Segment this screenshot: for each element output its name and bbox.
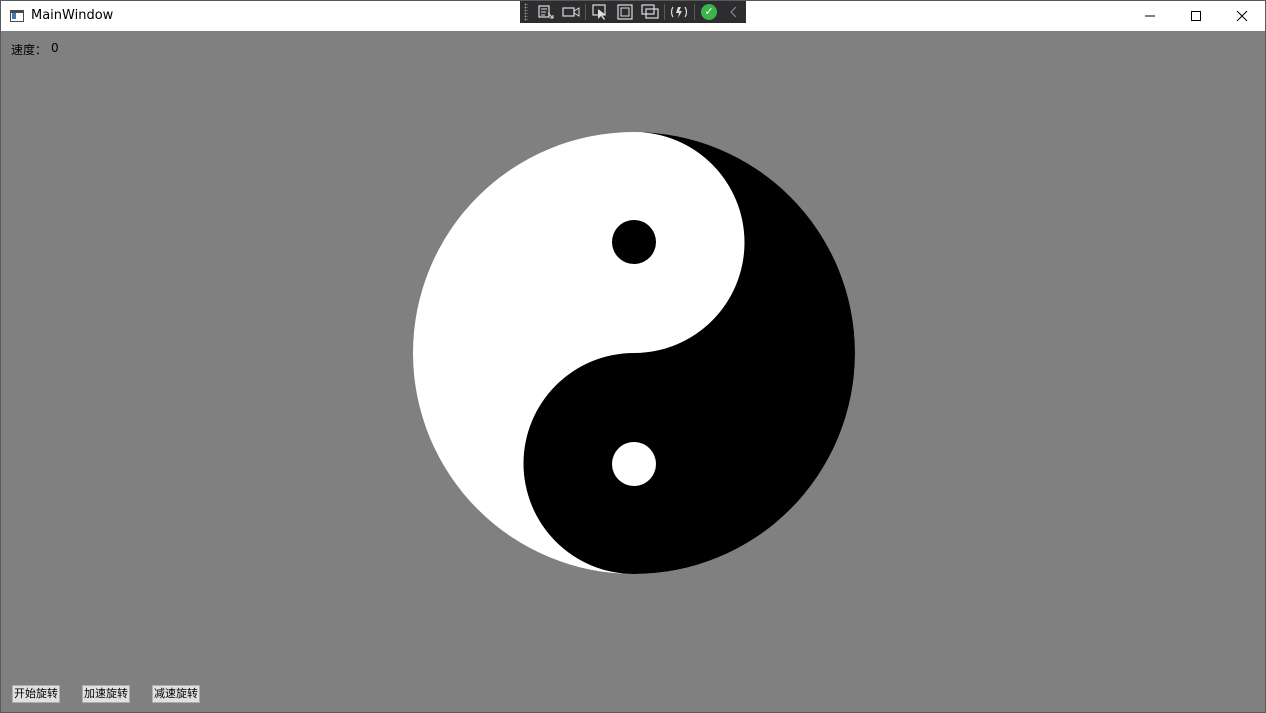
hot-reload-icon[interactable] [667, 1, 692, 23]
maximize-button[interactable] [1173, 1, 1219, 31]
speed-label: 速度： [11, 43, 48, 57]
yang-eye-dot [612, 442, 656, 486]
taiji-symbol [413, 132, 855, 574]
speed-value: 0 [51, 41, 59, 55]
canvas-area: 速度： 0 开始旋转 加速旋转 减速旋转 [1, 31, 1265, 712]
maximize-icon [1191, 11, 1201, 21]
toolbar-separator [585, 4, 587, 20]
slow-down-button[interactable]: 减速旋转 [152, 685, 200, 703]
toolbar-grip[interactable] [524, 3, 528, 21]
select-element-icon[interactable] [534, 1, 559, 23]
window-controls [1127, 1, 1265, 31]
debug-toolbar: ✓ [520, 1, 746, 23]
track-focus-icon[interactable] [637, 1, 662, 23]
close-icon [1236, 10, 1248, 22]
minimize-icon [1145, 15, 1155, 17]
layout-box-icon[interactable] [613, 1, 638, 23]
start-rotate-button[interactable]: 开始旋转 [12, 685, 60, 703]
toolbar-separator [664, 4, 666, 20]
window-title: MainWindow [31, 8, 114, 23]
close-button[interactable] [1219, 1, 1265, 31]
minimize-button[interactable] [1127, 1, 1173, 31]
video-camera-icon[interactable] [558, 1, 583, 23]
toolbar-separator [693, 4, 695, 20]
check-icon[interactable]: ✓ [697, 1, 722, 23]
pointer-select-icon[interactable] [588, 1, 613, 23]
app-window-icon [10, 10, 24, 22]
speed-up-button[interactable]: 加速旋转 [82, 685, 130, 703]
button-row: 开始旋转 加速旋转 减速旋转 [12, 685, 200, 703]
collapse-icon[interactable] [721, 1, 746, 23]
title-bar[interactable]: MainWindow ✓ [1, 1, 1265, 31]
yin-eye-dot [612, 220, 656, 264]
main-window: MainWindow ✓ 速度： 0 开始旋转 加速旋转 减速旋转 [0, 0, 1266, 713]
